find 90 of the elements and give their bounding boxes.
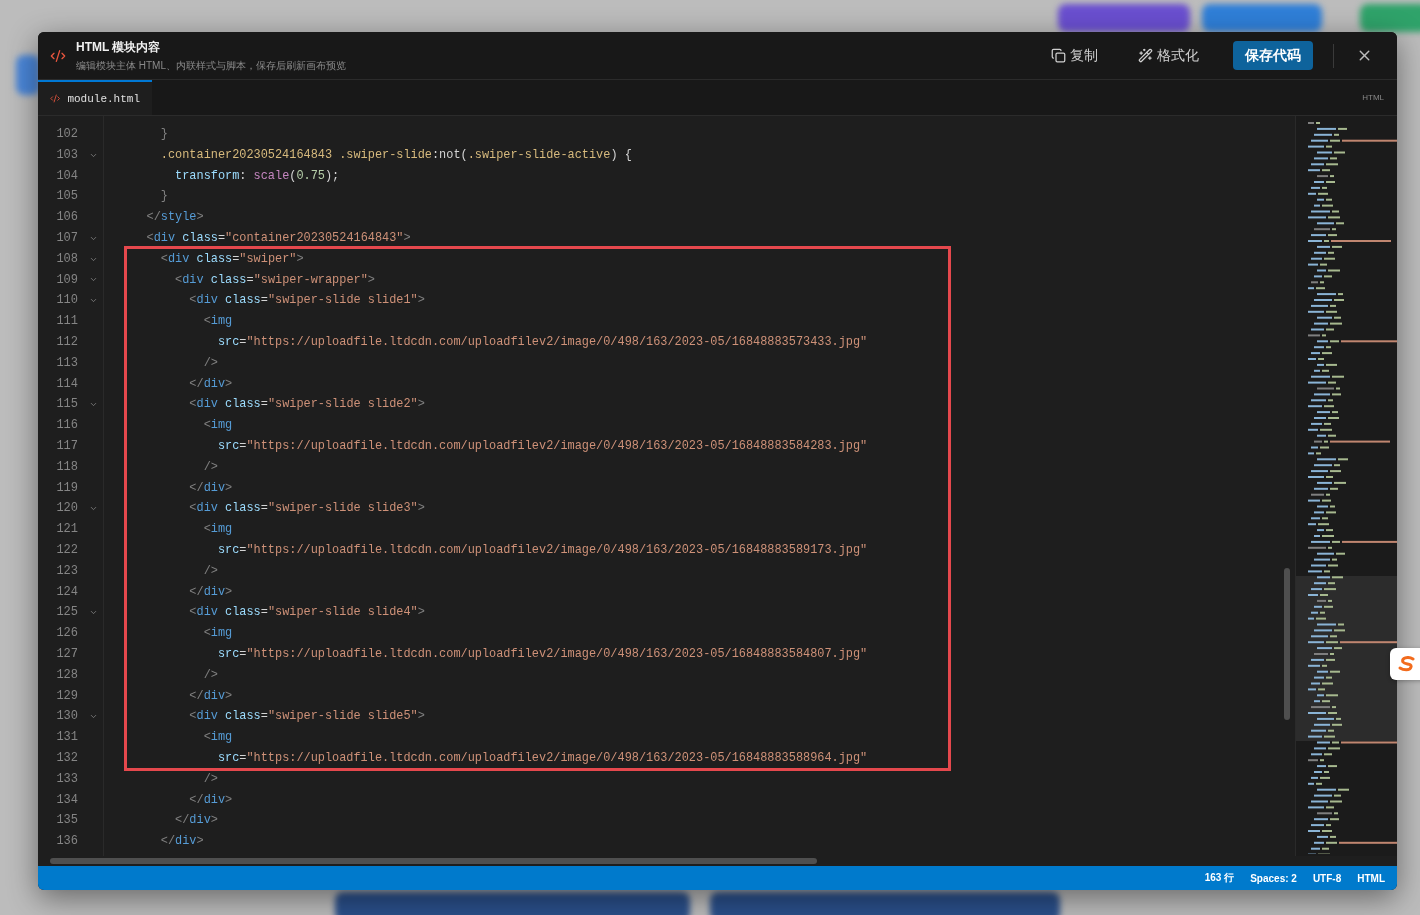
code-line: <div class="container20230524164843"> (145, 230, 412, 247)
line-number: 124 (55, 583, 78, 601)
magic-wand-icon (1138, 48, 1153, 63)
line-number: 115 (55, 396, 78, 414)
code-line: <div class="swiper-slide slide5"> (188, 708, 426, 726)
squiggle-logo-icon (1398, 656, 1416, 672)
code-line: .container20230524164843 .swiper-slide:not(.swiper-slide-active) { (159, 146, 633, 164)
dialog-subtitle: 编辑模块主体 HTML、内联样式与脚本，保存后刷新画布预览 (76, 58, 347, 73)
line-number: 127 (55, 645, 78, 663)
line-number: 108 (55, 250, 78, 268)
file-tab[interactable]: module.html (38, 80, 152, 115)
code-line: <img (202, 521, 234, 539)
status-item: 163 行 (1204, 871, 1235, 885)
line-number: 126 (55, 625, 78, 643)
code-line: src="https://uploadfile.ltdcdn.com/uploadfilev2/image/0/498/163/2023-05/16848883584807.jpg" (216, 645, 869, 663)
code-line: </style> (145, 209, 205, 227)
line-number: 112 (55, 333, 78, 351)
code-line: </div> (159, 833, 205, 851)
status-item: HTML (1357, 872, 1385, 884)
line-number: 109 (55, 271, 78, 289)
line-number: 129 (55, 687, 78, 705)
line-number: 132 (55, 749, 78, 767)
code-line: </div> (188, 791, 234, 809)
line-number: 130 (55, 708, 78, 726)
format-button[interactable]: 格式化 (1132, 42, 1205, 69)
line-number: 134 (55, 791, 78, 809)
code-line: } (159, 188, 169, 206)
floating-widget[interactable] (1390, 648, 1420, 680)
code-line: /> (202, 666, 219, 684)
code-line: <img (202, 417, 234, 435)
line-number: 116 (55, 417, 78, 435)
line-number: 105 (55, 188, 78, 206)
code-line: <img (202, 625, 234, 643)
code-line: <div class="swiper-wrapper"> (174, 271, 376, 289)
code-icon (50, 47, 66, 64)
scrollbar-thumb[interactable] (1284, 568, 1290, 720)
code-line: <div class="swiper-slide slide3"> (188, 500, 426, 518)
line-number: 103 (55, 146, 78, 164)
status-item: UTF-8 (1312, 872, 1342, 884)
line-number: 106 (55, 209, 78, 227)
line-number: 133 (55, 770, 78, 788)
dialog-title: HTML 模块内容 (76, 38, 162, 56)
code-line: </div> (188, 479, 234, 497)
blurred-panel (16, 55, 40, 95)
code-line: <img (202, 313, 234, 331)
code-line: /> (202, 770, 219, 788)
line-number: 118 (55, 458, 78, 476)
code-line: <div class="swiper"> (159, 250, 305, 268)
code-icon (50, 93, 61, 104)
code-line: /> (202, 458, 219, 476)
scrollbar-thumb[interactable] (50, 858, 817, 864)
line-number: 121 (55, 521, 78, 539)
code-line: <div class="swiper-slide slide2"> (188, 396, 426, 414)
save-button[interactable]: 保存代码 (1233, 41, 1313, 70)
code-line: src="https://uploadfile.ltdcdn.com/uploadfilev2/image/0/498/163/2023-05/16848883589173.jpg" (216, 541, 869, 559)
code-line: </div> (188, 687, 234, 705)
code-line: } (159, 126, 169, 143)
code-line: </div> (188, 375, 234, 393)
copy-button[interactable]: 复制 (1045, 42, 1104, 69)
line-number: 119 (55, 479, 78, 497)
line-number: 111 (55, 313, 78, 331)
line-number: 104 (55, 167, 78, 185)
copy-icon (1051, 48, 1066, 63)
status-item: Spaces: 2 (1250, 872, 1297, 884)
language-label: HTML (1362, 93, 1385, 102)
line-number: 128 (55, 666, 78, 684)
line-number: 120 (55, 500, 78, 518)
line-number: 123 (55, 562, 78, 580)
code-line: </div> (188, 583, 234, 601)
code-line: <img (202, 729, 234, 747)
line-number: 102 (55, 126, 78, 143)
code-line: </div> (174, 812, 219, 830)
line-number: 110 (55, 292, 78, 310)
line-number: 113 (55, 354, 78, 372)
line-number: 122 (55, 541, 78, 559)
code-line: src="https://uploadfile.ltdcdn.com/uploadfilev2/image/0/498/163/2023-05/16848883588964.jpg" (216, 749, 869, 767)
line-number: 114 (55, 375, 78, 393)
code-line: <div class="swiper-slide slide1"> (188, 292, 426, 310)
line-number: 131 (55, 729, 78, 747)
code-line: /> (202, 354, 219, 372)
line-number: 135 (55, 812, 78, 830)
code-line: <div class="swiper-slide slide4"> (188, 604, 426, 622)
line-number: 136 (55, 833, 78, 851)
code-line: transform: scale(0.75); (174, 167, 341, 185)
code-line: src="https://uploadfile.ltdcdn.com/uploadfilev2/image/0/498/163/2023-05/16848883573433.jpg" (216, 333, 869, 351)
line-number: 117 (55, 437, 78, 455)
line-number: 107 (55, 230, 78, 247)
code-line: src="https://uploadfile.ltdcdn.com/uploadfilev2/image/0/498/163/2023-05/16848883584283.jpg" (216, 437, 869, 455)
code-line: /> (202, 562, 219, 580)
line-number: 125 (55, 604, 78, 622)
